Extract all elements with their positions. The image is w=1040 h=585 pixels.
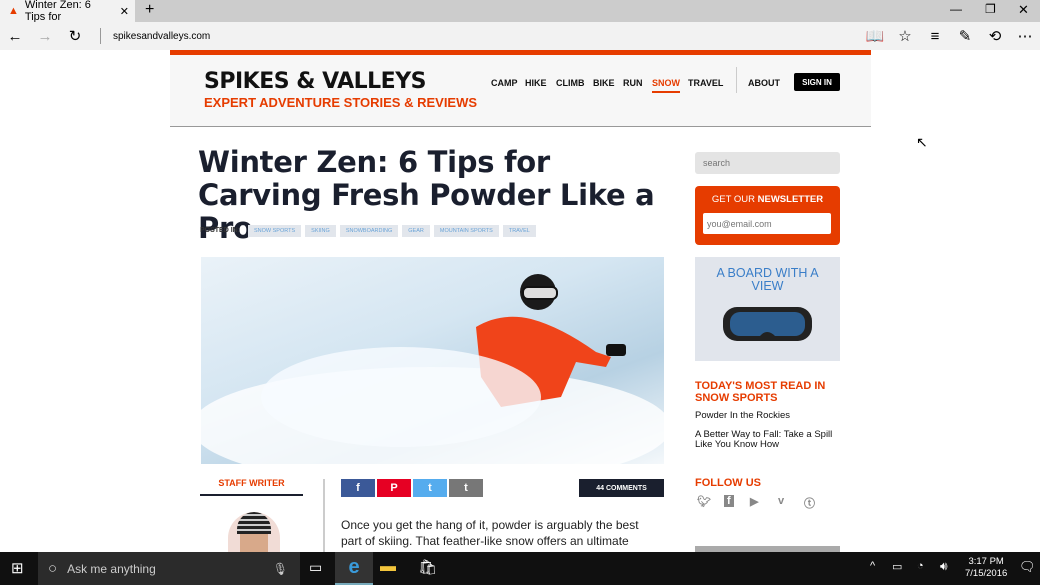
most-read-heading: TODAY'S MOST READ IN SNOW SPORTS (695, 380, 826, 404)
refresh-icon[interactable]: ↻ (60, 27, 90, 45)
nav-divider (736, 67, 737, 93)
nav-hike[interactable]: HIKE (525, 78, 547, 88)
tab-title: Winter Zen: 6 Tips for (24, 0, 91, 23)
facebook-icon[interactable]: f (724, 495, 734, 507)
tag[interactable]: SKIING (305, 225, 336, 237)
tumblr-icon[interactable]: ⓣ (804, 495, 815, 511)
newsletter-label: GET OUR (711, 194, 758, 205)
nav-climb[interactable]: CLIMB (556, 78, 585, 88)
nav-snow[interactable]: SNOW (652, 78, 680, 93)
share-icon[interactable]: ⟲ (980, 27, 1010, 45)
store-icon[interactable]: 🛍︎ (418, 558, 437, 576)
reading-view-icon[interactable]: 📖 (860, 27, 890, 45)
article-body: Once you get the hang of it, powder is a… (341, 518, 639, 548)
site-favicon-icon: ▲ (8, 5, 19, 17)
twitter-icon[interactable]: 🐦︎ (697, 495, 711, 508)
action-center-icon[interactable]: 🗨︎ (1019, 559, 1036, 575)
address-bar: ← → ↻ spikesandvalleys.com 📖 ☆ ≡ ✎ ⟲ ⋯ (0, 22, 1040, 50)
back-icon[interactable]: ← (0, 28, 30, 45)
wifi-icon[interactable]: ◔ (917, 560, 924, 572)
battery-icon[interactable]: ▭ (892, 560, 902, 573)
file-explorer-icon[interactable]: ▬ (380, 558, 396, 576)
taskbar: ⊞ ○ Ask me anything 🎙︎ ▭ e ▬ 🛍︎ ^ ▭ ◔ 🔊︎… (0, 552, 1040, 585)
nav-travel[interactable]: TRAVEL (688, 78, 723, 88)
mouse-cursor-icon: ↖ (916, 134, 928, 150)
new-tab-icon[interactable]: + (145, 1, 154, 19)
article-tags: SNOW SPORTS SKIING SNOWBOARDING GEAR MOU… (248, 225, 536, 237)
nav-run[interactable]: RUN (623, 78, 643, 88)
goggles-ad[interactable]: A BOARD WITH A VIEW (695, 257, 840, 361)
posted-in-label: POSTED IN: (200, 227, 241, 234)
browser-tab[interactable]: ▲ Winter Zen: 6 Tips for ✕ (0, 0, 135, 23)
maximize-icon[interactable]: ❐ (985, 2, 996, 16)
newsletter-box: GET OUR NEWSLETTER (695, 186, 840, 245)
vimeo-icon[interactable]: v (778, 495, 784, 507)
close-window-icon[interactable]: ✕ (1018, 2, 1029, 18)
column-divider (323, 479, 325, 552)
sign-in-button[interactable]: SIGN IN (794, 73, 840, 91)
cortana-search-text: Ask me anything (67, 561, 156, 576)
task-view-icon[interactable]: ▭ (309, 559, 322, 576)
email-field[interactable] (703, 213, 831, 234)
windows-start-icon[interactable]: ⊞ (11, 559, 24, 577)
most-read-link[interactable]: A Better Way to Fall: Take a Spill Like … (695, 430, 840, 450)
microphone-icon[interactable]: 🎙︎ (273, 562, 288, 576)
author-label: STAFF WRITER (200, 478, 303, 496)
more-icon[interactable]: ⋯ (1010, 27, 1040, 45)
divider (100, 28, 101, 44)
share-facebook-icon[interactable]: f (341, 479, 375, 497)
tab-bar: ▲ Winter Zen: 6 Tips for ✕ + — ❐ ✕ (0, 0, 1040, 23)
tag[interactable]: GEAR (402, 225, 430, 237)
web-note-icon[interactable]: ✎ (950, 27, 980, 45)
hero-image-snowboarder (201, 257, 664, 464)
goggles-image (723, 307, 812, 341)
cortana-icon: ○ (48, 560, 58, 577)
nav-bike[interactable]: BIKE (593, 78, 615, 88)
tag[interactable]: MOUNTAIN SPORTS (433, 225, 499, 237)
share-tumblr-icon[interactable]: t (449, 479, 483, 497)
forward-icon[interactable]: → (30, 28, 60, 45)
follow-us-heading: FOLLOW US (695, 477, 761, 489)
most-read-link[interactable]: Powder In the Rockies (695, 411, 840, 421)
volume-icon[interactable]: 🔊︎ (940, 559, 948, 574)
tag[interactable]: SNOW SPORTS (248, 225, 302, 237)
share-pinterest-icon[interactable]: P (377, 479, 411, 497)
youtube-icon[interactable]: ▶ (750, 495, 758, 508)
nav-about[interactable]: ABOUT (748, 78, 780, 88)
ad-text: A BOARD WITH A VIEW (716, 266, 819, 293)
search-input[interactable] (695, 152, 840, 174)
show-hidden-icons-icon[interactable]: ^ (870, 560, 875, 572)
nav-camp[interactable]: CAMP (491, 78, 518, 88)
close-tab-icon[interactable]: ✕ (120, 5, 129, 18)
edge-icon[interactable]: e (335, 552, 373, 585)
site-header: SPIKES & VALLEYS EXPERT ADVENTURE STORIE… (170, 50, 871, 127)
site-logo[interactable]: SPIKES & VALLEYS (204, 69, 426, 94)
newsletter-label-bold: NEWSLETTER (757, 194, 824, 205)
share-twitter-icon[interactable]: t (413, 479, 447, 497)
url-field[interactable]: spikesandvalleys.com (113, 31, 210, 42)
time: 3:17 PM (968, 556, 1004, 567)
site-tagline: EXPERT ADVENTURE STORIES & REVIEWS (204, 95, 478, 110)
favorite-star-icon[interactable]: ☆ (890, 27, 920, 45)
clock[interactable]: 3:17 PM 7/15/2016 (965, 556, 1007, 580)
comments-button[interactable]: 44 COMMENTS (579, 479, 664, 497)
tag[interactable]: TRAVEL (502, 225, 536, 237)
cortana-search[interactable]: ○ Ask me anything 🎙︎ (38, 552, 300, 585)
tag[interactable]: SNOWBOARDING (339, 225, 399, 237)
hub-icon[interactable]: ≡ (920, 28, 950, 45)
date: 7/15/2016 (965, 568, 1008, 579)
minimize-icon[interactable]: — (950, 2, 962, 16)
